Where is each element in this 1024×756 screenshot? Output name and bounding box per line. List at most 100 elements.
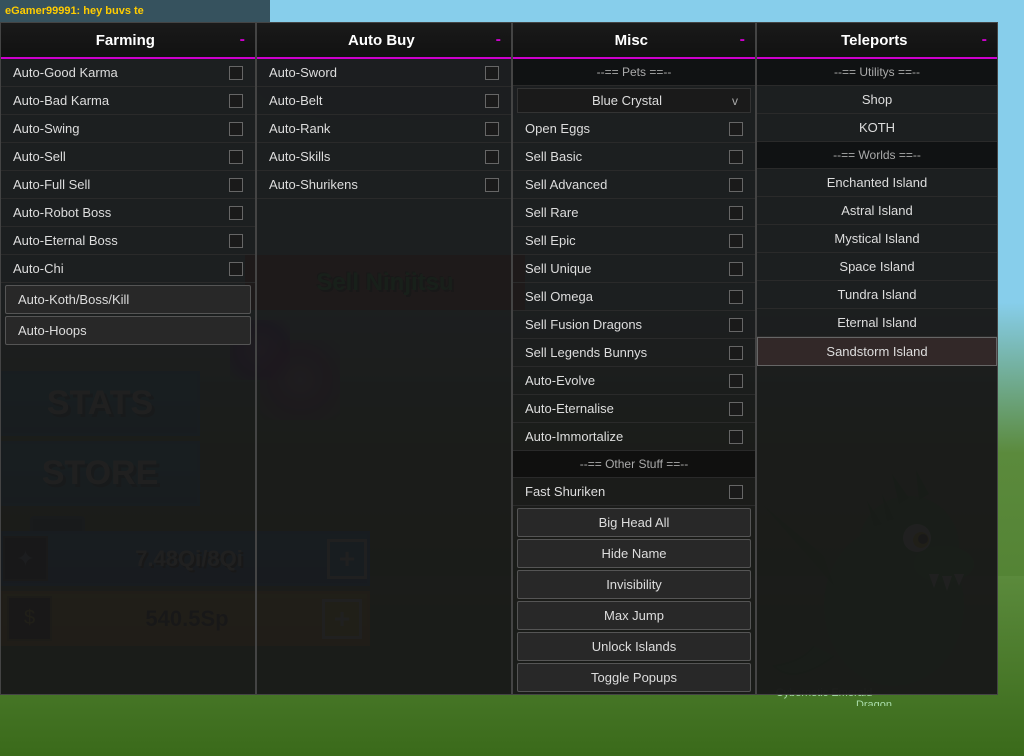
list-item[interactable]: Sell Fusion Dragons — [513, 311, 755, 339]
farming-panel: Farming - Auto-Good Karma Auto-Bad Karma… — [0, 22, 256, 695]
list-item[interactable]: Mystical Island — [757, 225, 997, 253]
auto-buy-title: Auto Buy — [267, 32, 496, 49]
checkbox[interactable] — [729, 290, 743, 304]
list-item[interactable]: Enchanted Island — [757, 169, 997, 197]
auto-buy-panel: Auto Buy - Auto-Sword Auto-Belt Auto-Ran… — [256, 22, 512, 695]
item-label: Auto-Shurikens — [269, 177, 358, 192]
list-item[interactable]: Toggle Popups — [517, 663, 751, 692]
list-item[interactable]: Auto-Bad Karma — [1, 87, 255, 115]
item-label: Auto-Chi — [13, 261, 64, 276]
checkbox[interactable] — [729, 374, 743, 388]
auto-buy-header: Auto Buy - — [257, 23, 511, 59]
checkbox[interactable] — [485, 122, 499, 136]
other-header-text: --== Other Stuff ==-- — [580, 457, 689, 471]
list-item[interactable]: Auto-Skills — [257, 143, 511, 171]
list-item[interactable]: Auto-Belt — [257, 87, 511, 115]
item-label: Space Island — [839, 259, 914, 274]
list-item[interactable]: Sell Rare — [513, 199, 755, 227]
list-item[interactable]: Hide Name — [517, 539, 751, 568]
auto-buy-close[interactable]: - — [496, 31, 501, 49]
checkbox[interactable] — [729, 318, 743, 332]
list-item[interactable]: Big Head All — [517, 508, 751, 537]
checkbox[interactable] — [485, 94, 499, 108]
checkbox[interactable] — [229, 94, 243, 108]
list-item[interactable]: Auto-Eternalise — [513, 395, 755, 423]
list-item[interactable]: Auto-Sword — [257, 59, 511, 87]
list-item[interactable]: Astral Island — [757, 197, 997, 225]
checkbox[interactable] — [729, 485, 743, 499]
checkbox[interactable] — [729, 402, 743, 416]
list-item[interactable]: Tundra Island — [757, 281, 997, 309]
svg-text:Dragon: Dragon — [856, 699, 892, 706]
checkbox[interactable] — [729, 178, 743, 192]
list-item[interactable]: Sandstorm Island — [757, 337, 997, 366]
misc-close[interactable]: - — [740, 31, 745, 49]
item-label: Auto-Eternalise — [525, 401, 614, 416]
checkbox[interactable] — [729, 234, 743, 248]
pet-nav-btn[interactable]: v — [728, 94, 742, 108]
checkbox[interactable] — [229, 178, 243, 192]
item-label: Enchanted Island — [827, 175, 927, 190]
list-item[interactable]: Sell Epic — [513, 227, 755, 255]
list-item[interactable]: Max Jump — [517, 601, 751, 630]
list-item[interactable]: Auto-Robot Boss — [1, 199, 255, 227]
item-label: Auto-Full Sell — [13, 177, 90, 192]
list-item[interactable]: KOTH — [757, 114, 997, 142]
item-label: Auto-Sell — [13, 149, 66, 164]
list-item[interactable]: Auto-Koth/Boss/Kill — [5, 285, 251, 314]
list-item[interactable]: Space Island — [757, 253, 997, 281]
checkbox[interactable] — [729, 122, 743, 136]
teleports-close[interactable]: - — [982, 31, 987, 49]
checkbox[interactable] — [229, 150, 243, 164]
checkbox[interactable] — [729, 430, 743, 444]
list-item[interactable]: Sell Unique — [513, 255, 755, 283]
pet-selector[interactable]: Blue Crystal v — [517, 88, 751, 113]
list-item[interactable]: Auto-Good Karma — [1, 59, 255, 87]
username-bar: eGamer99991: hey buvs te — [0, 0, 270, 22]
teleports-panel: Teleports - --== Utilitys ==-- Shop KOTH… — [756, 22, 998, 695]
list-item[interactable]: Sell Basic — [513, 143, 755, 171]
item-label: Auto-Swing — [13, 121, 79, 136]
list-item[interactable]: Auto-Shurikens — [257, 171, 511, 199]
list-item[interactable]: Sell Legends Bunnys — [513, 339, 755, 367]
list-item[interactable]: Fast Shuriken — [513, 478, 755, 506]
list-item[interactable]: Auto-Sell — [1, 143, 255, 171]
item-label: Shop — [862, 92, 892, 107]
list-item[interactable]: Auto-Rank — [257, 115, 511, 143]
checkbox[interactable] — [229, 66, 243, 80]
list-item[interactable]: Auto-Hoops — [5, 316, 251, 345]
checkbox[interactable] — [729, 206, 743, 220]
list-item[interactable]: Sell Advanced — [513, 171, 755, 199]
checkbox[interactable] — [729, 346, 743, 360]
checkbox[interactable] — [229, 206, 243, 220]
list-item[interactable]: Shop — [757, 86, 997, 114]
username-text: eGamer99991: hey buvs te — [5, 5, 144, 17]
farming-close[interactable]: - — [240, 31, 245, 49]
list-item[interactable]: Sell Omega — [513, 283, 755, 311]
pets-section-header: --== Pets ==-- — [513, 59, 755, 86]
list-item[interactable]: Auto-Chi — [1, 255, 255, 283]
teleports-title: Teleports — [767, 32, 982, 49]
list-item[interactable]: Unlock Islands — [517, 632, 751, 661]
list-item[interactable]: Auto-Eternal Boss — [1, 227, 255, 255]
list-item[interactable]: Eternal Island — [757, 309, 997, 337]
item-label: Auto-Sword — [269, 65, 337, 80]
checkbox[interactable] — [229, 262, 243, 276]
item-label: Hide Name — [601, 546, 666, 561]
list-item[interactable]: Auto-Evolve — [513, 367, 755, 395]
item-label: Auto-Hoops — [18, 323, 87, 338]
item-label: Sell Advanced — [525, 177, 607, 192]
list-item[interactable]: Invisibility — [517, 570, 751, 599]
list-item[interactable]: Auto-Immortalize — [513, 423, 755, 451]
checkbox[interactable] — [229, 122, 243, 136]
checkbox[interactable] — [485, 150, 499, 164]
checkbox[interactable] — [729, 262, 743, 276]
checkbox[interactable] — [485, 178, 499, 192]
checkbox[interactable] — [485, 66, 499, 80]
checkbox[interactable] — [229, 234, 243, 248]
other-section-header: --== Other Stuff ==-- — [513, 451, 755, 478]
checkbox[interactable] — [729, 150, 743, 164]
list-item[interactable]: Open Eggs — [513, 115, 755, 143]
list-item[interactable]: Auto-Swing — [1, 115, 255, 143]
list-item[interactable]: Auto-Full Sell — [1, 171, 255, 199]
